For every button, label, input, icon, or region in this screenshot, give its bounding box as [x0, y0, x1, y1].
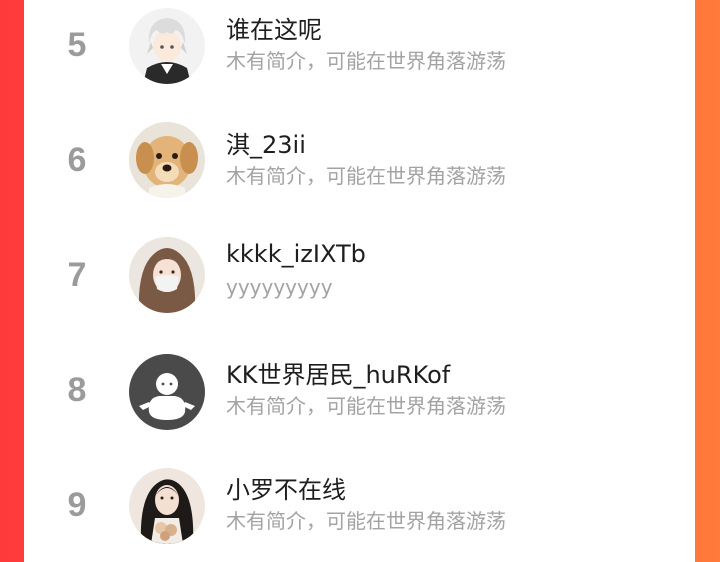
user-name[interactable]: kkkk_izIXTb — [226, 240, 366, 268]
golden-puppy-avatar-icon[interactable] — [129, 122, 205, 198]
app-background: 5 谁在这呢 木有简介，可能在世界角落游荡 6 淇_23ii 木有简介，可能在世… — [0, 0, 720, 562]
user-name[interactable]: 淇_23ii — [226, 125, 306, 160]
golden-puppy-avatar-icon — [129, 122, 205, 198]
anime-boy-avatar-icon — [129, 8, 205, 84]
masked-girl-avatar-icon[interactable] — [129, 237, 205, 313]
user-bio: 木有简介，可能在世界角落游荡 — [226, 509, 506, 533]
rank-number: 6 — [67, 141, 87, 179]
user-name[interactable]: KK世界居民_huRKof — [226, 355, 450, 390]
anime-boy-avatar-icon[interactable] — [129, 8, 205, 84]
rank-number: 9 — [67, 486, 87, 524]
girl-with-flowers-avatar-icon — [129, 468, 205, 544]
masked-girl-avatar-icon — [129, 237, 205, 313]
ranking-list: 5 谁在这呢 木有简介，可能在世界角落游荡 6 淇_23ii 木有简介，可能在世… — [24, 0, 695, 562]
list-item[interactable]: 5 谁在这呢 木有简介，可能在世界角落游荡 — [24, 0, 695, 100]
user-bio: yyyyyyyyy — [226, 275, 333, 299]
user-bio: 木有简介，可能在世界角落游荡 — [226, 394, 506, 418]
rank-number: 5 — [67, 26, 87, 64]
user-name[interactable]: 小罗不在线 — [226, 470, 346, 505]
user-bio: 木有简介，可能在世界角落游荡 — [226, 49, 506, 73]
default-user-avatar-icon — [129, 354, 205, 430]
girl-with-flowers-avatar-icon[interactable] — [129, 468, 205, 544]
list-item[interactable]: 7 kkkk_izIXTb yyyyyyyyy — [24, 230, 695, 330]
user-name[interactable]: 谁在这呢 — [226, 10, 322, 45]
list-item[interactable]: 6 淇_23ii 木有简介，可能在世界角落游荡 — [24, 115, 695, 215]
list-item[interactable]: 9 小罗不在线 木有简介，可能在世界角落游荡 — [24, 460, 695, 560]
rank-number: 8 — [67, 371, 87, 409]
default-user-avatar-icon[interactable] — [129, 354, 205, 430]
user-bio: 木有简介，可能在世界角落游荡 — [226, 164, 506, 188]
list-item[interactable]: 8 KK世界居民_huRKof 木有简介，可能在世界角落游荡 — [24, 345, 695, 445]
rank-number: 7 — [67, 256, 87, 294]
